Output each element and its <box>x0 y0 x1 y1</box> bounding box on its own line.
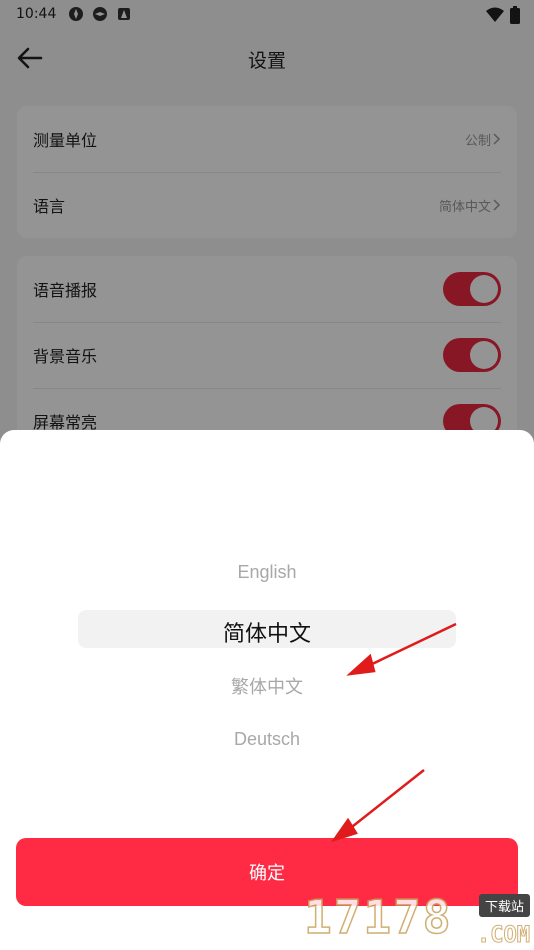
language-picker-sheet: English 简体中文 繁体中文 Deutsch 确定 <box>0 430 534 950</box>
picker-option-deutsch[interactable]: Deutsch <box>0 729 534 750</box>
picker-option-simplified-chinese[interactable]: 简体中文 <box>0 616 534 648</box>
picker-option-english[interactable]: English <box>0 562 534 583</box>
picker-option-traditional-chinese[interactable]: 繁体中文 <box>0 673 534 699</box>
confirm-button[interactable]: 确定 <box>16 838 518 906</box>
